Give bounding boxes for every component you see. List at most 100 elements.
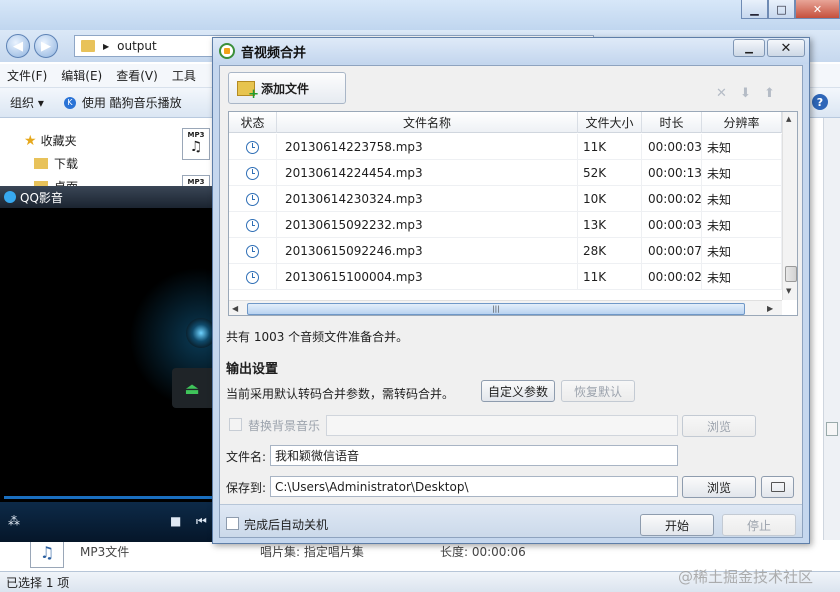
address-text: output: [117, 39, 157, 53]
table-row[interactable]: 20130614224454.mp3 52K 00:00:13 未知: [229, 160, 782, 186]
star-icon: ★: [24, 132, 37, 149]
bgm-browse-button[interactable]: 浏览: [682, 415, 756, 437]
auto-shutdown-label: 完成后自动关机: [244, 518, 329, 532]
move-down-icon[interactable]: ⬇: [740, 86, 751, 101]
status-cell: [229, 134, 277, 160]
bgm-path-field[interactable]: [326, 415, 678, 436]
folder-icon: [81, 40, 95, 52]
duration-cell: 00:00:07: [642, 238, 702, 264]
explorer-scrollbar[interactable]: [823, 118, 840, 540]
explorer-titlebar: ▁ □ ✕: [0, 0, 840, 30]
restore-default-button[interactable]: 恢复默认: [561, 380, 635, 402]
filesize-cell: 11K: [578, 264, 642, 290]
close-button[interactable]: ✕: [795, 0, 840, 19]
video-area[interactable]: [0, 208, 212, 494]
organize-button[interactable]: 组织 ▾: [0, 94, 54, 111]
auto-shutdown-checkbox[interactable]: [226, 517, 239, 530]
folder-icon: [34, 158, 48, 169]
scrollbar-thumb[interactable]: |||: [247, 303, 745, 315]
table-row[interactable]: 20130614230324.mp3 10K 00:00:02 未知: [229, 186, 782, 212]
menu-tools[interactable]: 工具: [165, 67, 203, 84]
table-row[interactable]: 20130615092232.mp3 13K 00:00:03 未知: [229, 212, 782, 238]
open-file-icon[interactable]: ⏏: [172, 368, 212, 408]
column-status[interactable]: 状态: [229, 112, 277, 133]
progress-bar[interactable]: [4, 496, 212, 499]
output-description: 当前采用默认转码合并参数，需转码合并。: [226, 387, 455, 401]
add-file-button[interactable]: 添加文件: [228, 72, 346, 104]
mp3-file-icon[interactable]: MP3 ♫: [182, 128, 210, 160]
scroll-up-icon[interactable]: ▲: [786, 115, 791, 123]
status-cell: [229, 186, 277, 212]
clock-icon: [246, 166, 259, 180]
dialog-body: 添加文件 ✕ ⬇ ⬆ 状态 文件名称 文件大小 时长 分辨率 201306142…: [219, 65, 803, 538]
vertical-scrollbar[interactable]: ▲ ▼: [782, 112, 797, 300]
album-info: 唱片集: 指定唱片集: [260, 545, 364, 559]
stop-button[interactable]: 停止: [722, 514, 796, 536]
breadcrumb-arrow-icon: ▶: [103, 41, 110, 51]
status-cell: [229, 264, 277, 290]
save-path-input[interactable]: C:\Users\Administrator\Desktop\: [270, 476, 678, 497]
clock-icon: [246, 192, 259, 206]
player-controls: ⁂ ■ ⏮: [0, 502, 212, 542]
filename-cell: 20130615092246.mp3: [277, 238, 578, 264]
status-text: 已选择 1 项: [6, 575, 70, 590]
filesize-cell: 11K: [578, 134, 642, 160]
kugou-icon: K: [63, 96, 76, 109]
delete-icon[interactable]: ✕: [716, 86, 727, 101]
footprint-icon[interactable]: ⁂: [8, 514, 20, 528]
status-cell: [229, 212, 277, 238]
play-with-button[interactable]: K 使用 酷狗音乐播放: [54, 94, 192, 111]
scroll-left-icon[interactable]: ◀: [232, 304, 238, 313]
navigation-pane: ★收藏夹 下载 桌面: [0, 118, 168, 194]
minimize-button[interactable]: ▁: [741, 0, 768, 19]
resolution-cell: 未知: [702, 264, 782, 290]
filesize-cell: 52K: [578, 160, 642, 186]
scrollbar-thumb[interactable]: [785, 266, 797, 282]
filename-cell: 20130615100004.mp3: [277, 264, 578, 290]
play-with-label: 使用 酷狗音乐播放: [81, 96, 182, 110]
table-row[interactable]: 20130614223758.mp3 11K 00:00:03 未知: [229, 134, 782, 160]
filename-input[interactable]: 我和颖微信语音: [270, 445, 678, 466]
open-folder-button[interactable]: [761, 476, 794, 498]
column-duration[interactable]: 时长: [642, 112, 702, 133]
start-button[interactable]: 开始: [640, 514, 714, 536]
previous-icon[interactable]: ⏮: [196, 514, 207, 529]
filename-cell: 20130614223758.mp3: [277, 134, 578, 160]
horizontal-scrollbar[interactable]: ◀ ||| ▶: [229, 300, 782, 315]
output-settings-heading: 输出设置: [226, 362, 279, 377]
table-row[interactable]: 20130615100004.mp3 11K 00:00:02 未知: [229, 264, 782, 290]
clock-icon: [246, 244, 259, 258]
column-filesize[interactable]: 文件大小: [578, 112, 642, 133]
maximize-button[interactable]: □: [768, 0, 795, 19]
sidebar-item-downloads[interactable]: 下载: [34, 155, 78, 172]
table-row[interactable]: 20130615092246.mp3 28K 00:00:07 未知: [229, 238, 782, 264]
resolution-cell: 未知: [702, 134, 782, 160]
file-list-header: 状态 文件名称 文件大小 时长 分辨率: [229, 112, 782, 133]
menu-view[interactable]: 查看(V): [109, 67, 165, 84]
forward-button[interactable]: ▶: [34, 34, 58, 58]
length-info: 长度: 00:00:06: [440, 545, 526, 559]
column-resolution[interactable]: 分辨率: [702, 112, 782, 133]
help-icon[interactable]: ?: [812, 94, 828, 110]
sidebar-item-favorites[interactable]: ★ 收藏夹: [24, 132, 77, 149]
back-button[interactable]: ◀: [6, 34, 30, 58]
scroll-down-icon[interactable]: ▼: [786, 287, 791, 295]
replace-bgm-checkbox[interactable]: [229, 418, 242, 431]
scrollbar-thumb[interactable]: [826, 422, 838, 436]
menu-edit[interactable]: 编辑(E): [54, 67, 109, 84]
move-up-icon[interactable]: ⬆: [764, 86, 775, 101]
duration-cell: 00:00:03: [642, 134, 702, 160]
dialog-close-button[interactable]: ✕: [767, 39, 805, 57]
menu-file[interactable]: 文件(F): [0, 67, 54, 84]
sidebar-label: 下载: [54, 157, 79, 171]
filename-cell: 20130614230324.mp3: [277, 186, 578, 212]
file-type: MP3文件: [80, 545, 130, 559]
custom-params-button[interactable]: 自定义参数: [481, 380, 555, 402]
column-filename[interactable]: 文件名称: [277, 112, 578, 133]
stop-icon[interactable]: ■: [170, 514, 181, 528]
file-list: 状态 文件名称 文件大小 时长 分辨率 20130614223758.mp3 11…: [228, 111, 798, 316]
dialog-minimize-button[interactable]: ▁: [733, 39, 765, 57]
save-browse-button[interactable]: 浏览: [682, 476, 756, 498]
filesize-cell: 10K: [578, 186, 642, 212]
scroll-right-icon[interactable]: ▶: [767, 304, 773, 313]
